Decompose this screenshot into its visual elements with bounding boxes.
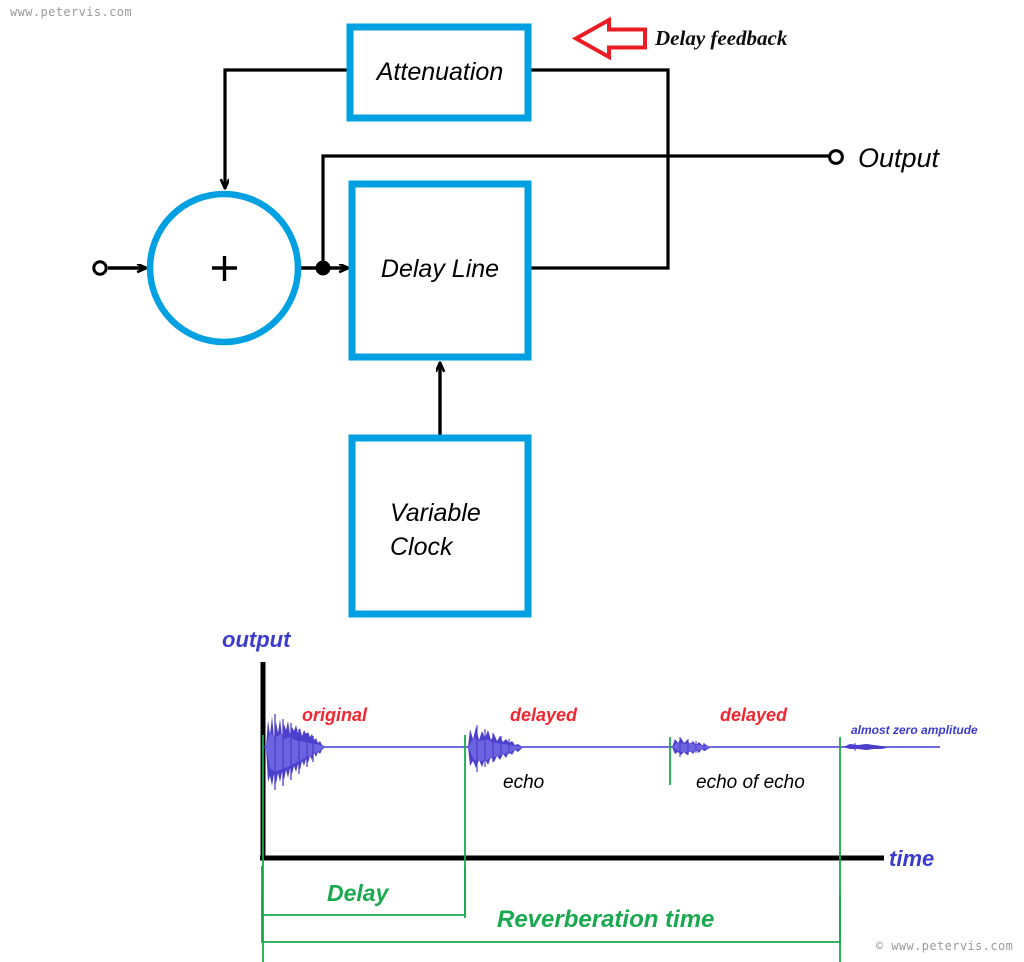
output-terminal-icon[interactable]	[828, 149, 844, 165]
bracket-label-delay: Delay	[327, 880, 389, 906]
burst-label-almost-zero-amplitude: almost zero amplitude	[851, 723, 978, 737]
waveform-delayed-1	[468, 725, 524, 772]
diagram-canvas: www.petervis.com © www.petervis.com Atte…	[0, 0, 1024, 962]
watermark-bottom: © www.petervis.com	[876, 939, 1014, 953]
burst-label-delayed-1: delayed	[510, 705, 578, 725]
burst-label-original: original	[302, 705, 368, 725]
bracket-label-reverberation-time: Reverberation time	[497, 906, 715, 933]
block-label-variable-clock-line1: Variable	[390, 499, 481, 527]
junction-dot	[315, 260, 331, 276]
burst-sublabel-echo: echo	[503, 772, 545, 793]
output-terminal-label: Output	[858, 143, 940, 173]
burst-label-delayed-2: delayed	[720, 705, 788, 725]
delay-feedback-arrow-icon	[571, 16, 647, 61]
delay-feedback-label: Delay feedback	[655, 26, 788, 50]
waveform-tail	[843, 743, 890, 751]
block-label-delay-line: Delay Line	[380, 255, 500, 283]
wire-attenuation-to-sum	[225, 68, 350, 188]
wire-output-tap	[321, 154, 830, 268]
timing-axes	[260, 662, 940, 861]
wire-delayline-to-attenuation	[528, 68, 670, 270]
block-label-variable-clock-line2: Clock	[390, 533, 453, 561]
watermark-top: www.petervis.com	[10, 5, 132, 19]
timing-y-axis-label: output	[222, 627, 291, 652]
input-terminal-icon[interactable]	[92, 260, 108, 276]
waveform-delayed-2	[672, 737, 712, 757]
timing-x-axis-label: time	[889, 846, 935, 871]
burst-sublabel-echo-of-echo: echo of echo	[696, 772, 805, 793]
block-label-attenuation: Attenuation	[376, 58, 504, 86]
